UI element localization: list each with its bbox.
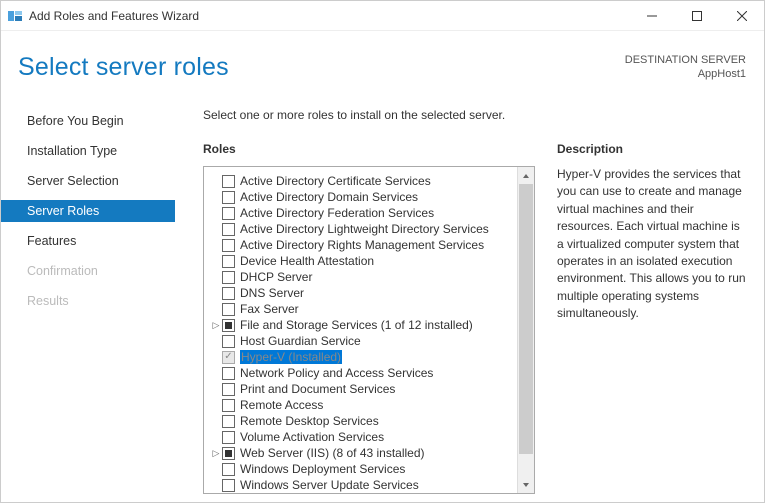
- role-row[interactable]: ▷ Web Server (IIS) (8 of 43 installed): [210, 445, 517, 461]
- expander-icon[interactable]: ▷: [210, 320, 222, 331]
- destination-value: AppHost1: [625, 67, 746, 81]
- maximize-button[interactable]: [674, 1, 719, 30]
- role-label: Print and Document Services: [240, 382, 395, 396]
- role-label: Fax Server: [240, 302, 299, 316]
- minimize-button[interactable]: [629, 1, 674, 30]
- nav-item-installation-type[interactable]: Installation Type: [1, 140, 175, 162]
- role-label: Device Health Attestation: [240, 254, 374, 268]
- role-checkbox[interactable]: [222, 191, 235, 204]
- window-controls: [629, 1, 764, 30]
- role-label: Active Directory Federation Services: [240, 206, 434, 220]
- nav-item-before-you-begin[interactable]: Before You Begin: [1, 110, 175, 132]
- role-label: Active Directory Lightweight Directory S…: [240, 222, 489, 236]
- role-row[interactable]: Hyper-V (Installed): [210, 349, 517, 365]
- role-checkbox[interactable]: [222, 367, 235, 380]
- role-label: Active Directory Domain Services: [240, 190, 418, 204]
- roles-label: Roles: [203, 142, 535, 156]
- role-checkbox: [222, 351, 235, 364]
- role-row[interactable]: Fax Server: [210, 301, 517, 317]
- role-row[interactable]: ▷ File and Storage Services (1 of 12 inst…: [210, 317, 517, 333]
- description-column: Description Hyper-V provides the service…: [557, 142, 749, 494]
- role-checkbox[interactable]: [222, 431, 235, 444]
- scrollbar[interactable]: [517, 167, 534, 493]
- role-label: Windows Server Update Services: [240, 478, 419, 492]
- role-label: Web Server (IIS) (8 of 43 installed): [240, 446, 425, 460]
- role-row[interactable]: Remote Access: [210, 397, 517, 413]
- scroll-down-icon[interactable]: [518, 476, 534, 493]
- description-text: Hyper-V provides the services that you c…: [557, 166, 749, 323]
- role-row[interactable]: Host Guardian Service: [210, 333, 517, 349]
- nav-item-results: Results: [1, 290, 175, 312]
- columns: Roles Active Directory Certificate Servi…: [203, 142, 749, 494]
- role-row[interactable]: Print and Document Services: [210, 381, 517, 397]
- role-checkbox[interactable]: [222, 303, 235, 316]
- close-button[interactable]: [719, 1, 764, 30]
- destination-label: DESTINATION SERVER: [625, 53, 746, 67]
- role-row[interactable]: Windows Server Update Services: [210, 477, 517, 493]
- role-row[interactable]: Active Directory Rights Management Servi…: [210, 237, 517, 253]
- roles-list: Active Directory Certificate Services Act…: [204, 167, 517, 494]
- role-checkbox[interactable]: [222, 271, 235, 284]
- role-checkbox[interactable]: [222, 223, 235, 236]
- header: Select server roles DESTINATION SERVER A…: [1, 31, 764, 82]
- role-label: DHCP Server: [240, 270, 312, 284]
- app-icon: [7, 8, 23, 24]
- role-checkbox[interactable]: [222, 255, 235, 268]
- role-row[interactable]: Windows Deployment Services: [210, 461, 517, 477]
- role-label: Network Policy and Access Services: [240, 366, 433, 380]
- content: Before You Begin Installation Type Server …: [1, 108, 764, 494]
- role-label: Remote Access: [240, 398, 323, 412]
- destination-info: DESTINATION SERVER AppHost1: [625, 53, 746, 82]
- expander-icon[interactable]: ▷: [210, 448, 222, 459]
- description-label: Description: [557, 142, 749, 156]
- role-row[interactable]: Active Directory Domain Services: [210, 189, 517, 205]
- role-label: Active Directory Rights Management Servi…: [240, 238, 484, 252]
- role-row[interactable]: DNS Server: [210, 285, 517, 301]
- role-checkbox[interactable]: [222, 319, 235, 332]
- role-label: Remote Desktop Services: [240, 414, 379, 428]
- role-row[interactable]: Active Directory Federation Services: [210, 205, 517, 221]
- role-checkbox[interactable]: [222, 447, 235, 460]
- role-checkbox[interactable]: [222, 207, 235, 220]
- role-label: DNS Server: [240, 286, 304, 300]
- scroll-thumb[interactable]: [519, 184, 533, 454]
- scroll-up-icon[interactable]: [518, 167, 534, 184]
- role-label: Active Directory Certificate Services: [240, 174, 431, 188]
- role-label: Volume Activation Services: [240, 430, 384, 444]
- role-checkbox[interactable]: [222, 287, 235, 300]
- role-checkbox[interactable]: [222, 175, 235, 188]
- role-label: Windows Deployment Services: [240, 462, 405, 476]
- nav-item-server-selection[interactable]: Server Selection: [1, 170, 175, 192]
- role-checkbox[interactable]: [222, 335, 235, 348]
- instruction-text: Select one or more roles to install on t…: [203, 108, 749, 122]
- titlebar: Add Roles and Features Wizard: [1, 1, 764, 31]
- role-checkbox[interactable]: [222, 479, 235, 492]
- role-checkbox[interactable]: [222, 415, 235, 428]
- role-checkbox[interactable]: [222, 399, 235, 412]
- roles-column: Roles Active Directory Certificate Servi…: [203, 142, 535, 494]
- role-checkbox[interactable]: [222, 463, 235, 476]
- role-row[interactable]: Volume Activation Services: [210, 429, 517, 445]
- wizard-nav: Before You Begin Installation Type Server …: [1, 108, 175, 494]
- role-row[interactable]: DHCP Server: [210, 269, 517, 285]
- role-row[interactable]: Network Policy and Access Services: [210, 365, 517, 381]
- nav-item-server-roles[interactable]: Server Roles: [1, 200, 175, 222]
- role-label: File and Storage Services (1 of 12 insta…: [240, 318, 473, 332]
- role-label: Hyper-V (Installed): [240, 350, 342, 364]
- nav-item-confirmation: Confirmation: [1, 260, 175, 282]
- role-row[interactable]: Active Directory Lightweight Directory S…: [210, 221, 517, 237]
- main-panel: Select one or more roles to install on t…: [175, 108, 749, 494]
- role-checkbox[interactable]: [222, 239, 235, 252]
- role-label: Host Guardian Service: [240, 334, 361, 348]
- nav-item-features[interactable]: Features: [1, 230, 175, 252]
- role-row[interactable]: Remote Desktop Services: [210, 413, 517, 429]
- role-row[interactable]: Device Health Attestation: [210, 253, 517, 269]
- window-title: Add Roles and Features Wizard: [29, 9, 629, 23]
- roles-listbox[interactable]: Active Directory Certificate Services Act…: [203, 166, 535, 494]
- page-title: Select server roles: [18, 53, 229, 82]
- role-checkbox[interactable]: [222, 383, 235, 396]
- role-row[interactable]: Active Directory Certificate Services: [210, 173, 517, 189]
